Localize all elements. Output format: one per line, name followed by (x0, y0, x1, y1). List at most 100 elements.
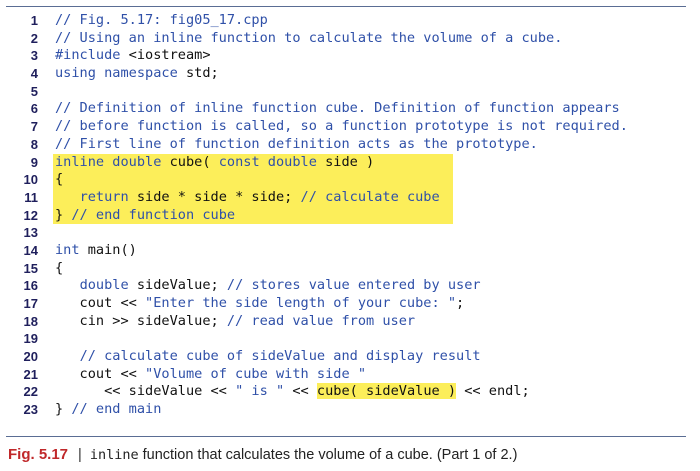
code-line: 12} // end function cube (0, 206, 700, 225)
code-line: 8 // First line of function definition ac… (0, 136, 700, 154)
code-line: 19 (0, 330, 700, 348)
code-line: 4 using namespace std; (0, 65, 700, 83)
line-number: 17 (23, 296, 38, 311)
caption-separator: | (78, 447, 82, 463)
code-token: sideValue; (128, 277, 227, 294)
code-token: // Using an inline function to calculate… (55, 29, 563, 46)
code-line: 5 (0, 83, 700, 101)
line-number: 3 (30, 48, 38, 64)
line-number: 15 (23, 260, 38, 276)
bottom-rule (6, 436, 686, 437)
line-number: 10 (23, 172, 38, 188)
code-line: 14 int main() (0, 242, 700, 260)
line-code: // Fig. 5.17: fig05_17.cpp (55, 12, 268, 30)
line-code: cin >> sideValue; // read value from use… (55, 312, 416, 331)
code-line: 9 inline double cube( const double side ) (0, 153, 700, 172)
line-code: inline double cube( const double side ) (55, 154, 374, 172)
line-number: 19 (23, 331, 38, 347)
code-line: 6 // Definition of inline function cube. … (0, 100, 700, 118)
code-token: "Enter the side length of your cube: " (145, 295, 457, 311)
code-token: << endl; (456, 383, 530, 400)
code-token: } (55, 401, 72, 418)
line-code: // Definition of inline function cube. D… (55, 100, 620, 118)
code-token: inline double (55, 153, 162, 170)
code-token: // First line of function definition act… (55, 135, 538, 152)
code-token: std; (177, 65, 219, 82)
code-token: // end main (71, 401, 162, 418)
line-code: #include <iostream> (55, 47, 211, 65)
line-code: // Using an inline function to calculate… (55, 30, 562, 48)
code-listing: 1 // Fig. 5.17: fig05_17.cpp 2 // Using an … (0, 12, 700, 419)
line-code: cout << "Volume of cube with side " (55, 366, 366, 384)
line-number: 9 (30, 154, 38, 170)
code-line: 15 { (0, 260, 700, 278)
code-token: // Fig. 5.17: fig05_17.cpp (55, 12, 268, 28)
line-code: cout << "Enter the side length of your c… (55, 295, 465, 313)
code-token: double (79, 277, 129, 294)
caption-text: function that calculates the volume of a… (138, 447, 518, 463)
code-token: // stores value entered by user (226, 277, 481, 294)
code-line: 21 cout << "Volume of cube with side " (0, 366, 700, 384)
code-line: 2 // Using an inline function to calculat… (0, 30, 700, 48)
line-number: 8 (30, 136, 38, 152)
code-line: 22 << sideValue << " is " << cube( sideV… (0, 383, 700, 401)
caption-keyword: inline (89, 447, 139, 463)
line-highlight (53, 171, 453, 189)
code-token: << sideValue << (55, 383, 236, 400)
line-code: { (55, 171, 63, 189)
line-number: 1 (30, 13, 38, 28)
code-line: 23} // end main (0, 401, 700, 419)
code-line: 20 // calculate cube of sideValue and di… (0, 348, 700, 366)
line-number: 21 (23, 366, 38, 382)
line-code: } // end main (55, 401, 161, 419)
line-code: return side * side * side; // calculate … (55, 189, 440, 207)
line-number: 4 (30, 66, 38, 82)
code-line: 10 { (0, 171, 700, 189)
code-line: 16 double sideValue; // stores value ent… (0, 277, 700, 295)
code-token: { (55, 259, 64, 276)
code-token: cube( (161, 153, 219, 170)
code-token: "Volume of cube with side " (145, 365, 367, 382)
line-code: int main() (55, 242, 137, 260)
code-token: // calculate cube of sideValue and displ… (79, 348, 481, 365)
code-token: const double (218, 153, 317, 170)
top-rule (6, 6, 686, 7)
line-number: 11 (24, 189, 38, 205)
code-token: cin >> sideValue; (55, 312, 227, 329)
code-token: cout << (55, 295, 146, 311)
code-token: ; (456, 295, 465, 311)
code-token: return (79, 188, 129, 205)
code-line: 7 // before function is called, so a func… (0, 118, 700, 136)
code-line: 3 #include <iostream> (0, 47, 700, 65)
code-token: side * side * side; (128, 188, 301, 205)
figure-caption: Fig. 5.17 | inline function that calculate… (8, 446, 517, 463)
line-number: 23 (23, 402, 38, 418)
line-code: } // end function cube (55, 207, 235, 225)
line-number: 22 (23, 384, 38, 400)
line-number: 16 (23, 278, 38, 294)
code-token: // end function cube (71, 206, 236, 223)
line-code: // First line of function definition act… (55, 136, 538, 154)
code-token: cube( sideValue ) (316, 383, 457, 400)
code-token: // calculate cube (300, 188, 440, 205)
code-token: // before function is called, so a funct… (55, 118, 628, 135)
code-token: main() (79, 241, 137, 258)
code-token: side ) (316, 153, 375, 170)
line-code: // calculate cube of sideValue and displ… (55, 348, 481, 366)
code-line: 18 cin >> sideValue; // read value from … (0, 313, 700, 331)
code-token: << (284, 383, 317, 400)
line-code: { (55, 260, 63, 278)
line-number: 6 (30, 101, 38, 117)
code-token: using namespace (55, 65, 178, 82)
code-token: cout << (55, 365, 146, 382)
code-line: 11 return side * side * side; // calcula… (0, 188, 700, 207)
line-number: 7 (30, 119, 38, 135)
line-number: 5 (30, 83, 38, 99)
line-code: << sideValue << " is " << cube( sideValu… (55, 383, 530, 401)
line-number: 18 (23, 313, 38, 329)
code-token: " is " (235, 383, 285, 400)
code-token: // read value from user (226, 312, 416, 329)
code-line: 17 cout << "Enter the side length of you… (0, 295, 700, 313)
